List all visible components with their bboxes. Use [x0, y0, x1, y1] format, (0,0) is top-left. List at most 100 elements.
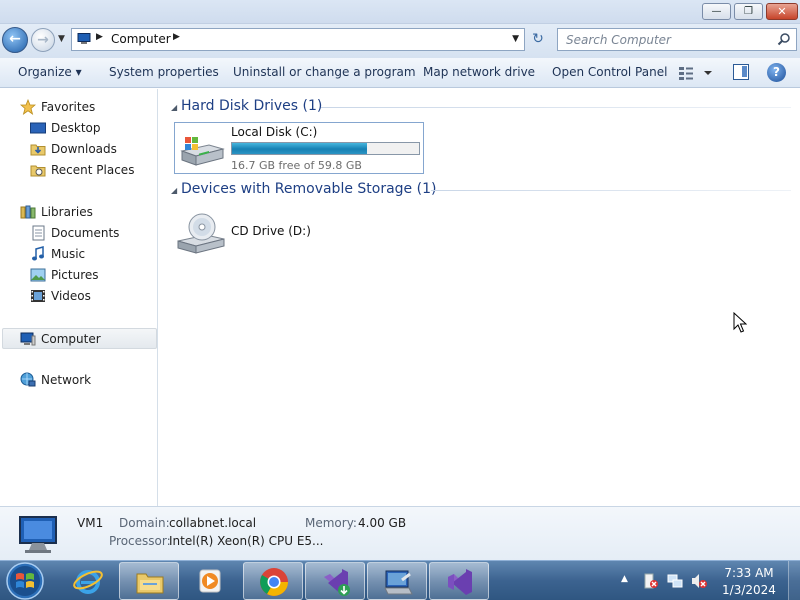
cd-drive-tile[interactable]: CD Drive (D:) [174, 207, 374, 257]
mouse-cursor-icon [733, 312, 747, 333]
nav-documents-label: Documents [51, 226, 120, 240]
minimize-button[interactable]: — [702, 3, 731, 20]
show-hidden-icons-icon[interactable]: ▲ [621, 574, 628, 584]
recent-places-icon [30, 165, 46, 177]
restore-icon: ❐ [744, 6, 753, 17]
content-pane: ◢ Hard Disk Drives (1) Local Disk (C:) 1… [159, 89, 800, 506]
nav-music-label: Music [51, 247, 86, 261]
details-pane: VM1 Domain: collabnet.local Memory: 4.00… [0, 506, 800, 560]
memory-label: Memory: [305, 516, 357, 530]
nav-pictures-label: Pictures [51, 268, 99, 282]
search-input[interactable]: Search Computer [557, 28, 797, 51]
computer-icon [77, 33, 91, 44]
network-status-icon[interactable] [667, 573, 683, 589]
breadcrumb-chevron-icon[interactable]: ▶ [173, 32, 180, 42]
collapse-triangle-icon[interactable]: ◢ [171, 186, 177, 195]
restore-button[interactable]: ❐ [734, 3, 763, 20]
taskbar-chrome[interactable] [243, 562, 303, 600]
system-properties-button[interactable]: System properties [109, 65, 219, 79]
disk-usage-fill [232, 143, 367, 154]
taskbar-windows-explorer[interactable] [119, 562, 179, 600]
group-title-removable: Devices with Removable Storage (1) [181, 181, 437, 197]
videos-icon [31, 290, 45, 302]
change-view-icon[interactable] [678, 64, 714, 82]
breadcrumb-computer[interactable]: Computer [111, 32, 171, 46]
forward-arrow-icon: → [37, 32, 49, 48]
local-disk-name: Local Disk (C:) [231, 125, 318, 139]
taskbar-media-player[interactable] [180, 562, 240, 600]
taskbar-visual-studio-installer[interactable] [305, 562, 365, 600]
search-placeholder: Search Computer [566, 33, 671, 47]
pictures-icon [30, 268, 46, 282]
local-disk-free-space: 16.7 GB free of 59.8 GB [231, 159, 362, 172]
taskbar-internet-explorer[interactable] [58, 562, 118, 600]
processor-label: Processor: [109, 534, 171, 548]
media-player-icon [199, 569, 221, 593]
cd-drive-icon [177, 213, 225, 254]
address-bar[interactable]: ▶ Computer ▶ ▼ [71, 28, 525, 51]
music-icon [32, 246, 44, 261]
nav-desktop-label: Desktop [51, 121, 101, 135]
chrome-icon [260, 568, 288, 596]
cd-drive-name: CD Drive (D:) [231, 224, 311, 238]
nav-network-label: Network [41, 373, 92, 387]
open-control-panel-button[interactable]: Open Control Panel [552, 65, 667, 79]
nav-computer-label: Computer [41, 332, 101, 346]
clock-time[interactable]: 7:33 AM [718, 566, 780, 580]
map-network-drive-button[interactable]: Map network drive [423, 65, 535, 79]
visual-studio-installer-icon [324, 569, 350, 596]
address-dropdown-icon[interactable]: ▼ [512, 34, 519, 44]
taskbar-computer-management[interactable] [367, 562, 427, 600]
close-button[interactable]: ✕ [766, 3, 798, 20]
nav-favorites-label: Favorites [41, 100, 96, 114]
title-bar: — ❐ ✕ [0, 0, 800, 24]
navigation-pane: Favorites Desktop Downloads Recent Place… [0, 89, 158, 506]
address-row: ← → ▼ ▶ Computer ▶ ▼ ↻ Search Computer [0, 24, 800, 58]
group-divider [431, 190, 791, 191]
processor-value: Intel(R) Xeon(R) CPU E5... [169, 534, 324, 548]
downloads-folder-icon [30, 144, 46, 156]
breadcrumb-chevron-icon[interactable]: ▶ [96, 32, 103, 42]
nav-recent-places-label: Recent Places [51, 163, 135, 177]
volume-muted-icon[interactable] [691, 573, 707, 589]
domain-value: collabnet.local [169, 516, 257, 530]
star-icon [20, 99, 36, 115]
close-icon: ✕ [777, 5, 787, 18]
organize-button[interactable]: Organize ▾ [18, 65, 82, 79]
nav-downloads-label: Downloads [51, 142, 117, 156]
recent-pages-dropdown[interactable]: ▼ [58, 34, 65, 44]
local-disk-tile[interactable]: Local Disk (C:) 16.7 GB free of 59.8 GB [174, 122, 424, 174]
help-icon[interactable]: ? [767, 63, 786, 82]
uninstall-program-button[interactable]: Uninstall or change a program [233, 65, 416, 79]
search-icon[interactable] [777, 32, 791, 46]
minimize-icon: — [711, 6, 722, 17]
back-button[interactable]: ← [2, 27, 28, 53]
taskbar-visual-studio[interactable] [429, 562, 489, 600]
command-bar: Organize ▾ System properties Uninstall o… [0, 58, 800, 88]
start-button[interactable] [4, 561, 46, 600]
collapse-triangle-icon[interactable]: ◢ [171, 103, 177, 112]
refresh-icon: ↻ [532, 31, 544, 47]
computer-management-icon [384, 570, 413, 595]
back-arrow-icon: ← [9, 31, 21, 47]
preview-pane-button[interactable] [733, 64, 749, 80]
forward-button[interactable]: → [31, 28, 55, 52]
nav-videos-label: Videos [51, 289, 91, 303]
clock-date[interactable]: 1/3/2024 [718, 583, 780, 597]
windows-explorer-icon [136, 573, 164, 594]
group-title-hard-disk: Hard Disk Drives (1) [181, 98, 323, 114]
documents-icon [32, 225, 45, 241]
action-center-icon[interactable] [643, 573, 659, 589]
libraries-icon [20, 205, 36, 219]
memory-value: 4.00 GB [358, 516, 407, 530]
computer-icon [19, 516, 57, 553]
disk-usage-bar [231, 142, 420, 155]
taskbar: ▲ 7:33 AM 1/3/2024 [0, 560, 800, 600]
network-icon [20, 372, 36, 387]
computer-name: VM1 [77, 516, 104, 530]
show-desktop-button[interactable] [788, 561, 800, 600]
nav-computer[interactable]: Computer [2, 328, 157, 349]
group-divider [321, 107, 791, 108]
refresh-button[interactable]: ↻ [528, 31, 548, 49]
visual-studio-icon [448, 569, 472, 595]
